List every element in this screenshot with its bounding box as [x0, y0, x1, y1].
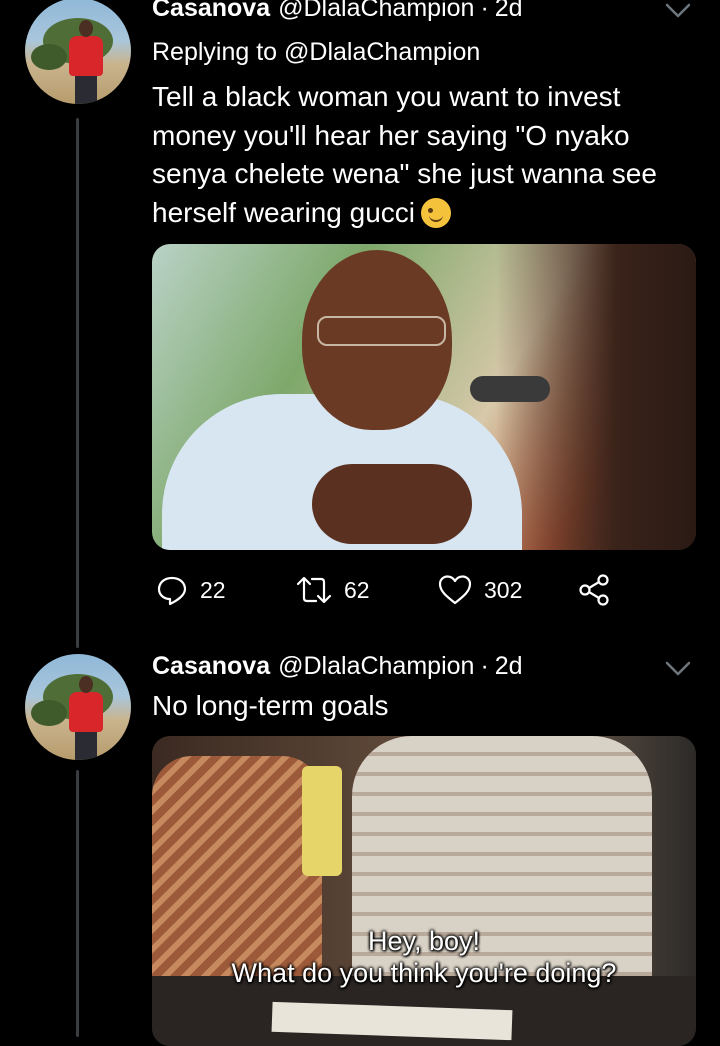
thread-line	[76, 770, 79, 1037]
avatar[interactable]	[25, 0, 131, 104]
avatar-legs	[75, 74, 97, 104]
avatar-bush	[31, 700, 67, 726]
image-microphone	[470, 376, 550, 402]
separator-dot: ·	[480, 652, 489, 680]
display-name[interactable]: Casanova	[152, 0, 270, 23]
tweet-text-line: senya chelete wena" she just wanna see	[152, 158, 657, 189]
reply-count: 22	[200, 576, 226, 603]
tweet-header: Casanova @DlalaChampion · 2d	[152, 0, 523, 23]
tweet-text-line: money you'll hear her saying "O nyako	[152, 119, 630, 151]
tweet-image[interactable]	[152, 244, 696, 550]
heart-icon	[438, 575, 472, 605]
separator-dot: ·	[480, 0, 489, 22]
reply-button[interactable]: 22	[156, 572, 226, 608]
tweet-header: Casanova @DlalaChampion · 2d	[152, 652, 523, 681]
image-hands	[312, 464, 472, 544]
retweet-icon	[296, 576, 332, 604]
user-handle[interactable]: @DlalaChampion	[278, 652, 474, 681]
avatar-shirt	[69, 692, 103, 732]
avatar-bush	[31, 44, 67, 70]
thread-line	[76, 118, 79, 648]
tweet-text-line: herself wearing gucci	[152, 194, 692, 233]
replying-to[interactable]: Replying to @DlalaChampion	[152, 38, 480, 67]
user-handle[interactable]: @DlalaChampion	[278, 0, 474, 23]
like-button[interactable]: 302	[438, 572, 522, 608]
avatar-legs	[75, 730, 97, 760]
tweet-text: No long-term goals	[152, 690, 389, 721]
avatar[interactable]	[25, 654, 131, 760]
subtitle-line: Hey, boy!	[367, 926, 481, 956]
retweet-button[interactable]: 62	[296, 572, 370, 608]
winking-face-emoji	[421, 197, 452, 228]
reply-icon	[157, 576, 187, 606]
avatar-head	[79, 20, 93, 37]
avatar-shirt	[69, 36, 103, 76]
tweet-age[interactable]: 2d	[495, 0, 523, 23]
display-name[interactable]: Casanova	[152, 652, 270, 681]
avatar-head	[79, 676, 93, 693]
image-jar	[302, 766, 342, 876]
share-icon	[579, 574, 609, 606]
tweet-text-line-text: herself wearing gucci	[152, 196, 416, 228]
chevron-down-icon[interactable]	[664, 658, 692, 678]
tweet-image[interactable]: Hey, boy! What do you think you're doing…	[152, 736, 696, 1046]
tweet-age[interactable]: 2d	[495, 652, 523, 681]
subtitle-line: What do you think you're doing?	[231, 958, 617, 988]
retweet-count: 62	[344, 576, 370, 603]
tweet-text: Tell a black woman you want to invest mo…	[152, 78, 692, 232]
image-glasses	[317, 316, 446, 346]
tweet-text-line: Tell a black woman you want to invest	[152, 81, 621, 112]
tweet-actions: 22 62 302	[152, 572, 622, 608]
like-count: 302	[484, 576, 523, 603]
chevron-down-icon[interactable]	[664, 0, 692, 20]
share-button[interactable]	[578, 572, 612, 608]
